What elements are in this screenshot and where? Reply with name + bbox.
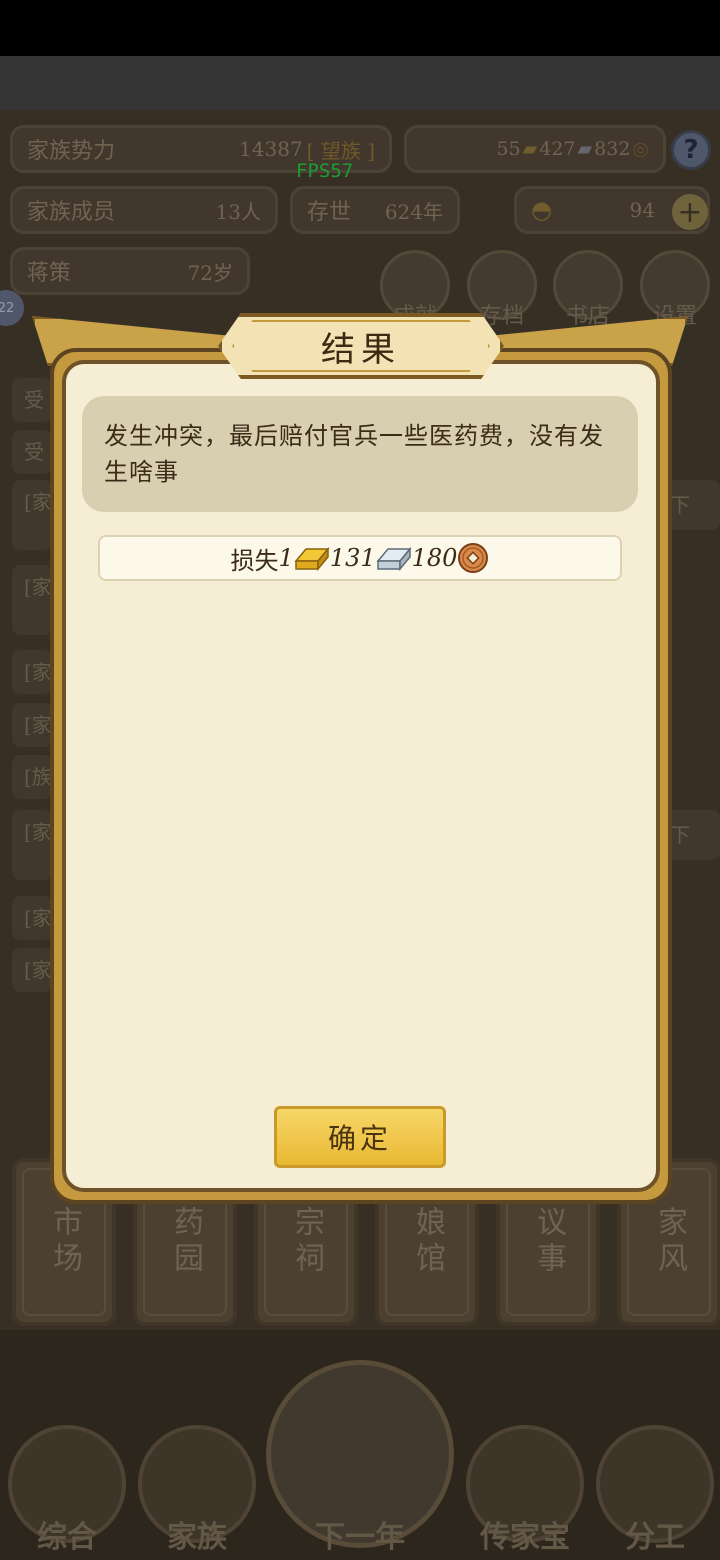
copper-coin-icon [458,543,489,573]
loss-silver-amount: 131 [329,544,376,572]
dialog-title: 结果 [321,329,401,370]
result-message: 发生冲突，最后赔付官兵一些医药费，没有发生啥事 [82,396,638,512]
loss-coin-amount: 180 [411,544,458,572]
gold-ingot-icon [294,546,330,571]
loss-label: 损失 [230,546,279,575]
loss-gold-amount: 1 [278,544,294,572]
loss-summary: 损失 1 131 180 [98,535,622,581]
silver-ingot-icon [376,546,412,571]
confirm-button[interactable]: 确定 [274,1106,446,1168]
